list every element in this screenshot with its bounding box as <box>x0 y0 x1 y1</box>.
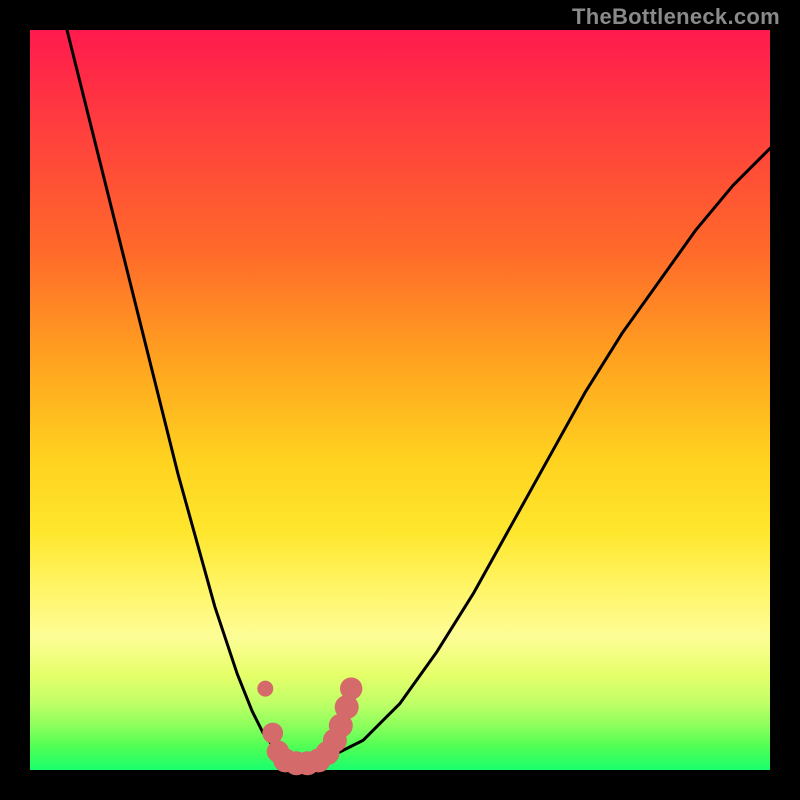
bottleneck-curve-path <box>67 30 770 763</box>
optimal-range-markers <box>257 677 362 775</box>
marker-dot <box>262 723 283 744</box>
curve-layer <box>30 30 770 770</box>
attribution-text: TheBottleneck.com <box>572 4 780 30</box>
chart-frame: TheBottleneck.com <box>0 0 800 800</box>
plot-area <box>30 30 770 770</box>
marker-dot <box>340 677 362 699</box>
marker-dot <box>257 681 273 697</box>
